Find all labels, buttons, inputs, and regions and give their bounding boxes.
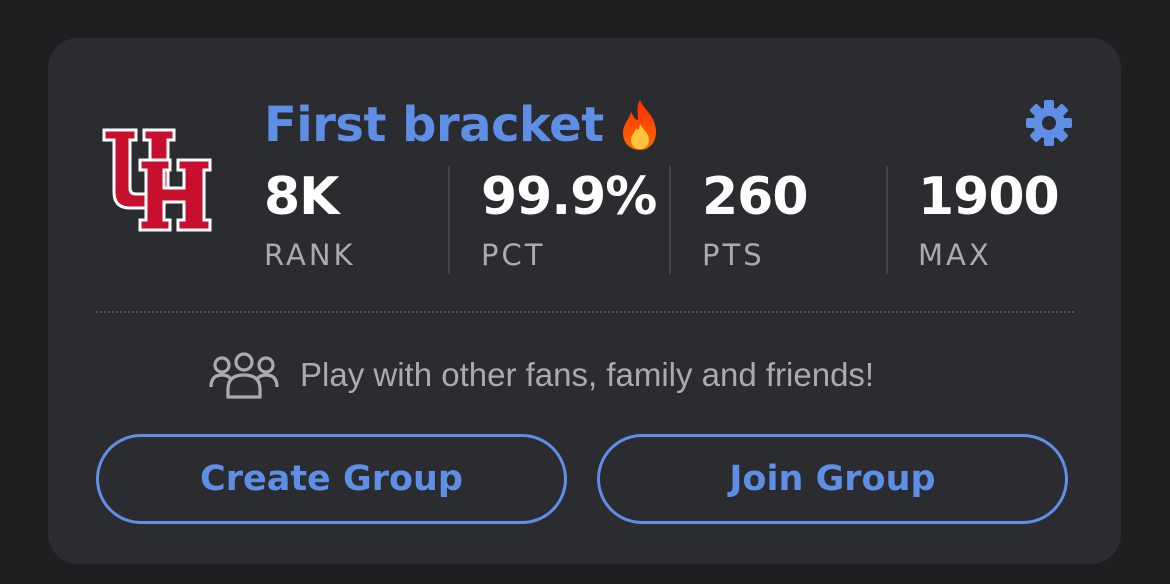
- promo-text: Play with other fans, family and friends…: [300, 356, 875, 393]
- fire-icon: [622, 100, 656, 150]
- bracket-card[interactable]: First bracket 8K RANK 99.9% PCT 260 PTS …: [48, 38, 1121, 564]
- gear-icon[interactable]: [1024, 98, 1074, 148]
- stat-value: 99.9%: [481, 167, 657, 227]
- bracket-title[interactable]: First bracket: [264, 97, 604, 153]
- stat-label: MAX: [918, 238, 992, 272]
- stat-label: RANK: [264, 238, 356, 272]
- stat-divider: [886, 166, 888, 274]
- uh-logo: [102, 128, 212, 232]
- stat-divider: [448, 166, 450, 274]
- stat-pts: 260 PTS: [702, 166, 809, 276]
- group-promo: Play with other fans, family and friends…: [208, 350, 874, 400]
- stat-pct: 99.9% PCT: [481, 166, 657, 276]
- stat-label: PCT: [481, 238, 546, 272]
- join-group-button[interactable]: Join Group: [597, 434, 1068, 524]
- stat-value: 260: [702, 167, 809, 227]
- section-divider: [96, 311, 1074, 313]
- stat-value: 8K: [264, 167, 339, 227]
- stats-row: 8K RANK 99.9% PCT 260 PTS 1900 MAX: [264, 166, 1084, 276]
- stat-max: 1900 MAX: [918, 166, 1060, 276]
- create-group-button[interactable]: Create Group: [96, 434, 567, 524]
- stat-divider: [669, 166, 671, 274]
- group-icon: [209, 352, 279, 399]
- stat-value: 1900: [918, 167, 1060, 227]
- bracket-header: First bracket: [264, 90, 662, 160]
- stat-rank: 8K RANK: [264, 166, 356, 276]
- stat-label: PTS: [702, 238, 765, 272]
